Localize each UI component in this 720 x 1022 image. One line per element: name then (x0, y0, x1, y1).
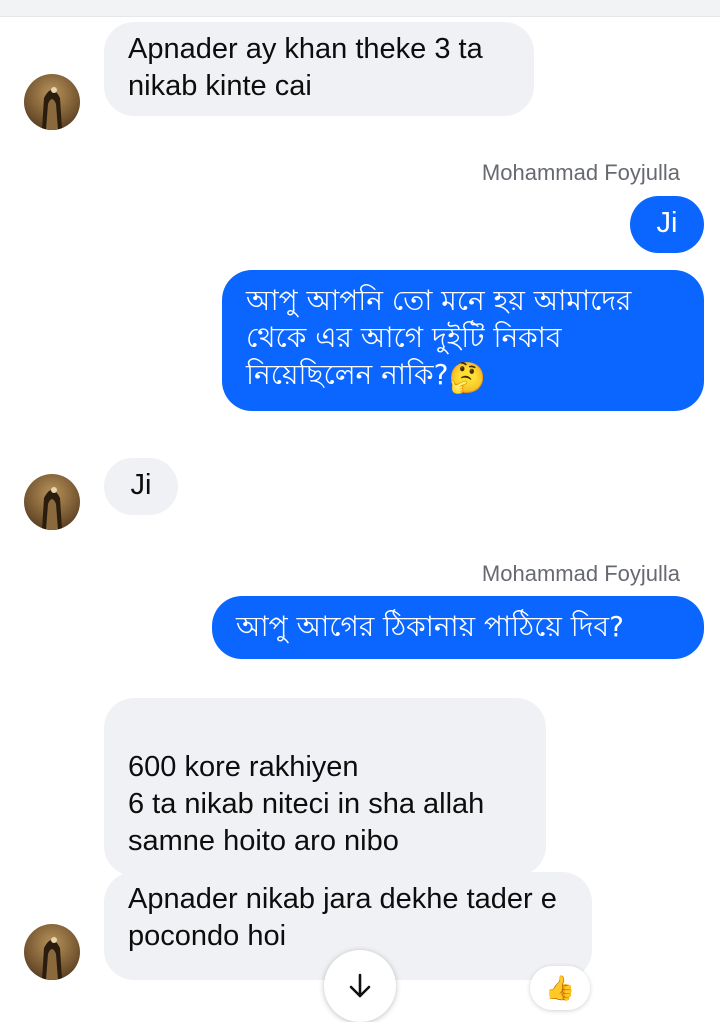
arrow-down-icon (349, 973, 371, 998)
message-text: আপু আগের ঠিকানায় পাঠিয়ে দিব? (236, 610, 624, 643)
reaction-badge[interactable]: 👍 (530, 966, 590, 1010)
avatar-image (42, 87, 62, 130)
message-text: Ji (656, 207, 678, 239)
outgoing-message-bubble[interactable]: আপু আপনি তো মনে হয় আমাদের থেকে এর আগে দ… (222, 270, 704, 411)
contact-avatar[interactable] (24, 74, 80, 130)
message-text: Apnader nikab jara dekhe tader e pocondo… (128, 883, 557, 952)
message-text: Ji (130, 469, 152, 501)
scroll-to-bottom-button[interactable] (324, 950, 396, 1022)
top-bar (0, 0, 720, 17)
incoming-message-bubble[interactable]: 600 kore rakhiyen 6 ta nikab niteci in s… (104, 698, 546, 876)
incoming-message-bubble[interactable]: Apnader ay khan theke 3 ta nikab kinte c… (104, 22, 534, 116)
contact-avatar[interactable] (24, 924, 80, 980)
message-text: আপু আপনি তো মনে হয় আমাদের থেকে এর আগে দ… (246, 284, 632, 391)
avatar-image (42, 937, 62, 980)
thinking-face-emoji: 🤔 (448, 361, 486, 396)
contact-avatar[interactable] (24, 474, 80, 530)
message-text: 600 kore rakhiyen 6 ta nikab niteci in s… (128, 751, 485, 857)
outgoing-message-bubble[interactable]: Ji (630, 196, 704, 253)
sender-name: Mohammad Foyjulla (481, 160, 680, 185)
outgoing-message-bubble[interactable]: আপু আগের ঠিকানায় পাঠিয়ে দিব? (212, 596, 704, 659)
message-text: Apnader ay khan theke 3 ta nikab kinte c… (128, 33, 483, 102)
sender-name: Mohammad Foyjulla (481, 561, 680, 586)
thumbs-up-emoji: 👍 (545, 974, 575, 1002)
incoming-message-bubble[interactable]: Ji (104, 458, 178, 515)
avatar-image (42, 487, 62, 530)
